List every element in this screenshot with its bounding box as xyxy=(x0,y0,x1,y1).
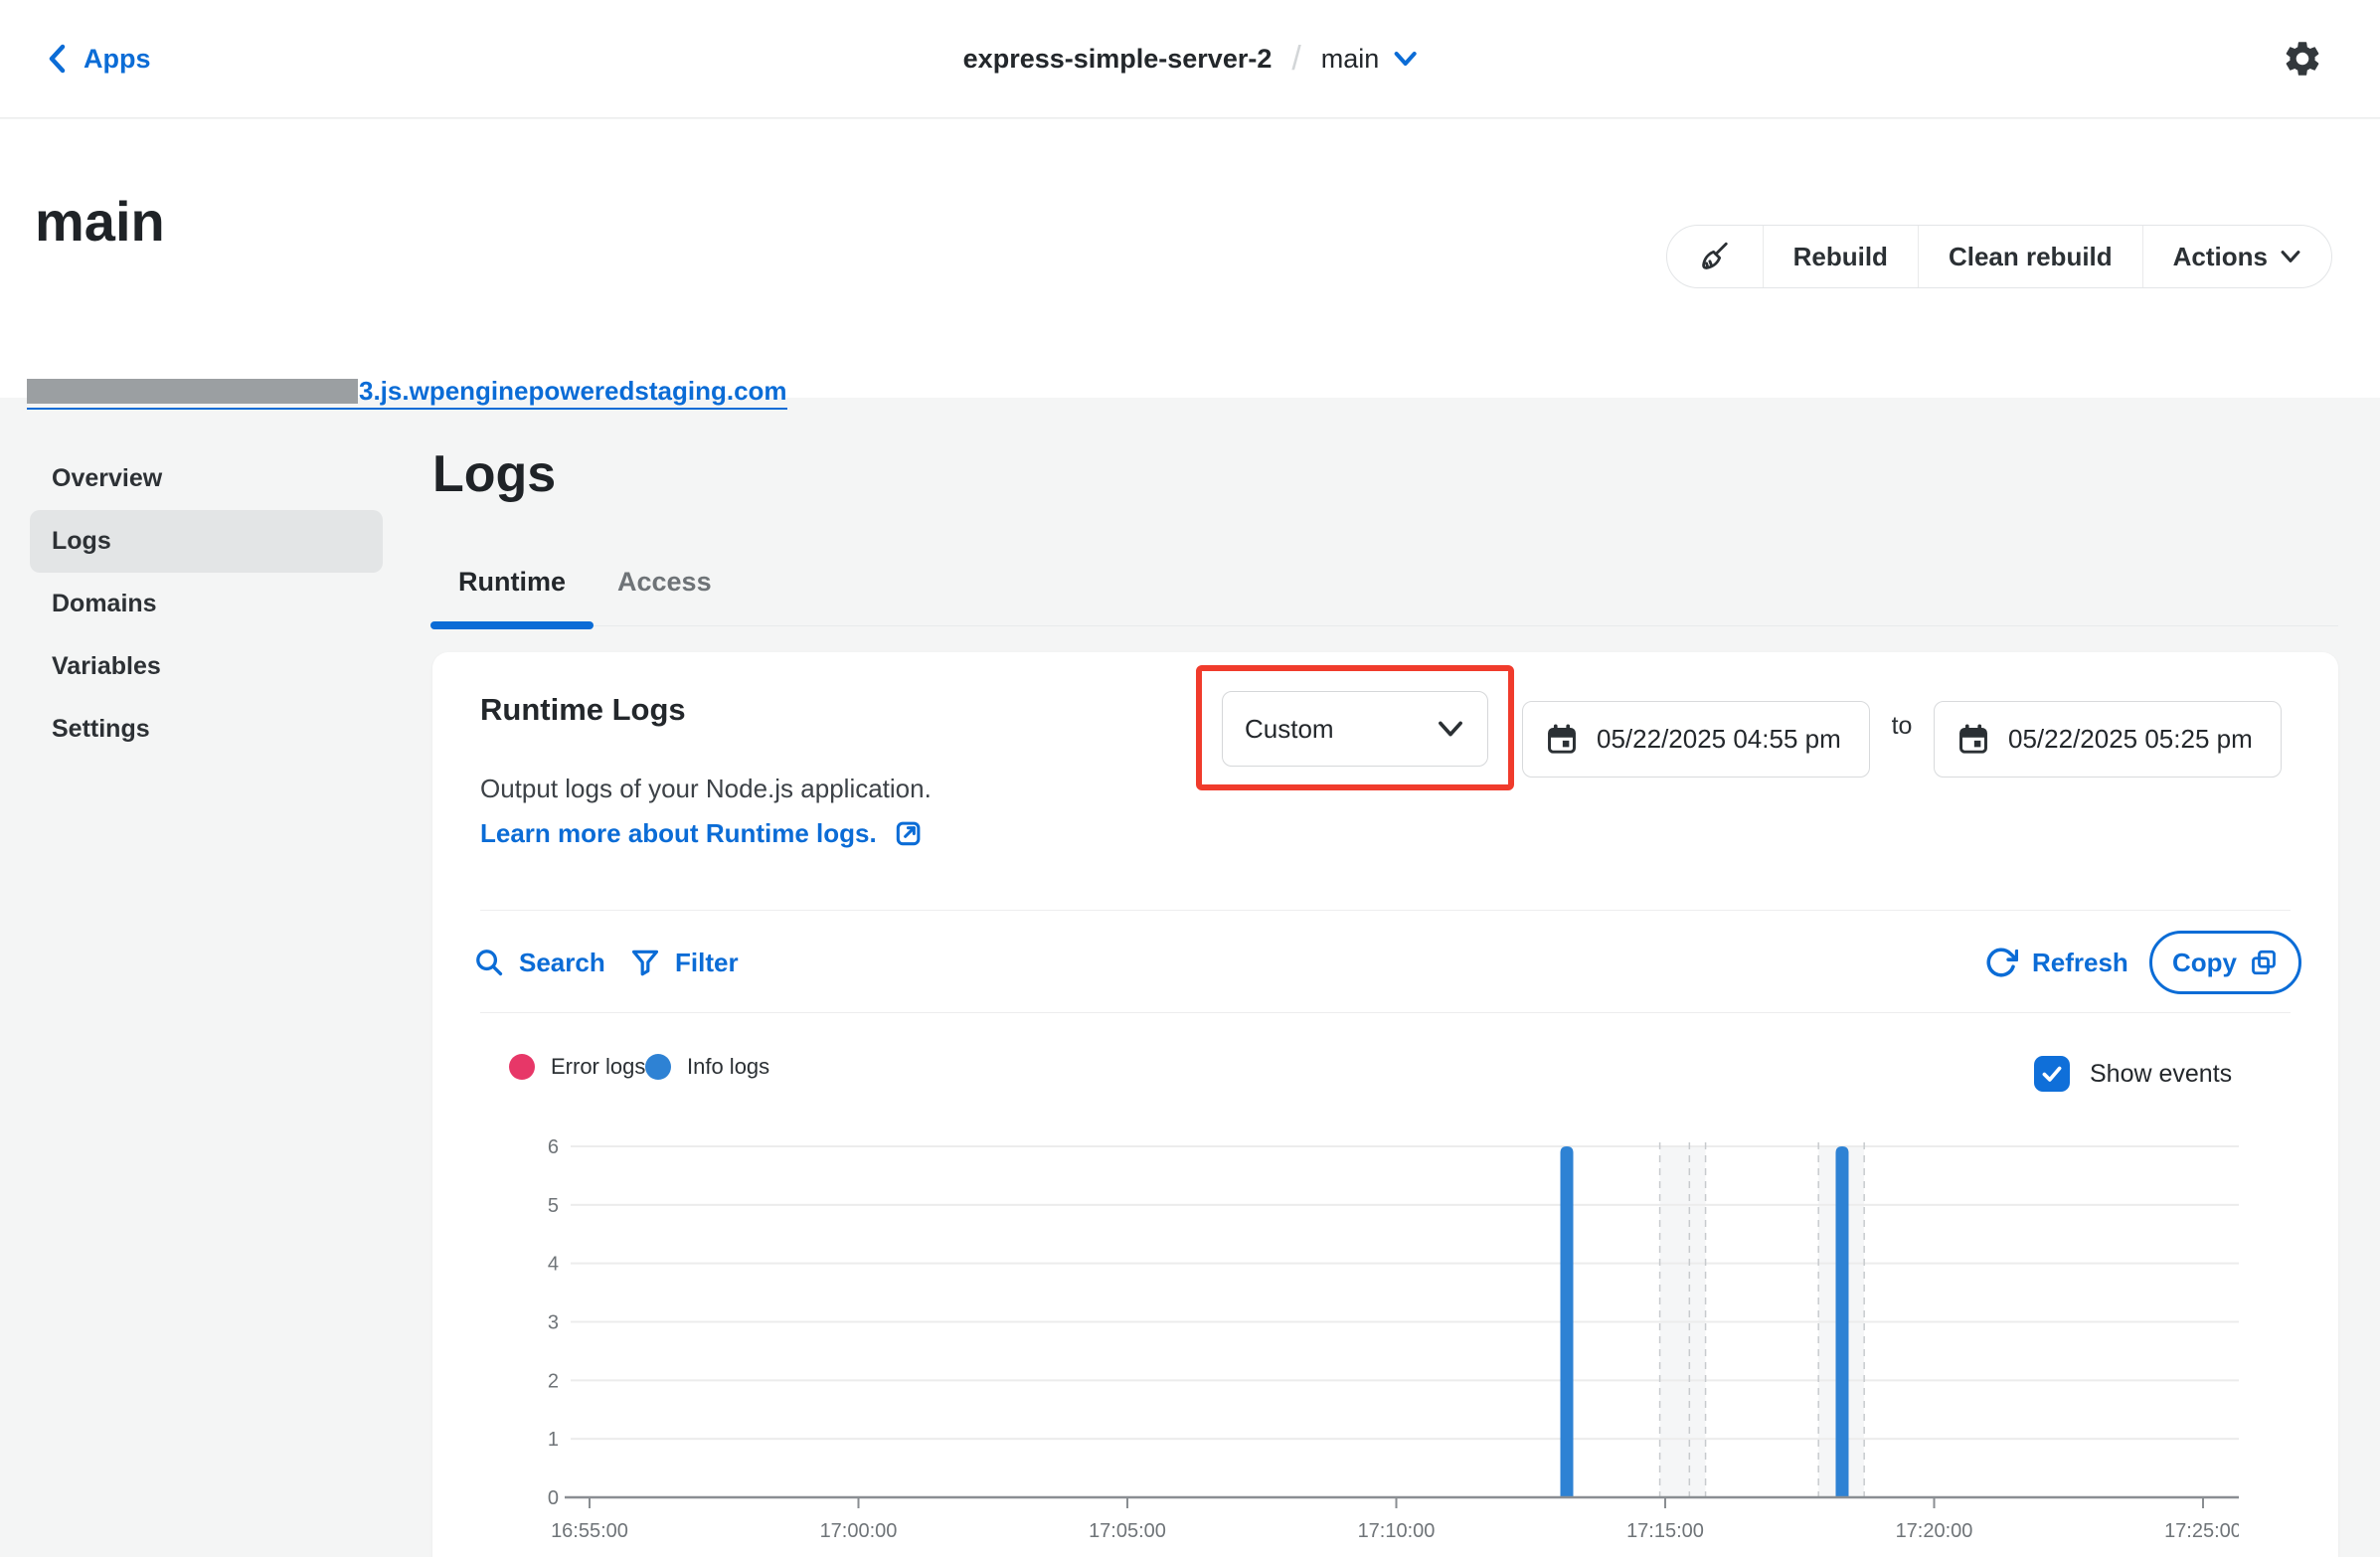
card-title: Runtime Logs xyxy=(480,692,686,728)
environment-actions-group: Rebuild Clean rebuild Actions xyxy=(1666,225,2332,288)
svg-text:3: 3 xyxy=(548,1312,559,1334)
refresh-icon xyxy=(1984,946,2018,979)
chevron-down-icon xyxy=(1436,720,1465,738)
tab-runtime[interactable]: Runtime xyxy=(432,539,592,625)
copy-label: Copy xyxy=(2172,948,2237,978)
environment-title: main xyxy=(35,191,165,253)
date-from-input[interactable]: 05/22/2025 04:55 pm xyxy=(1522,701,1870,778)
info-logs-dot xyxy=(645,1054,671,1080)
copy-button[interactable]: Copy xyxy=(2149,931,2301,994)
divider xyxy=(480,910,2291,911)
svg-text:17:20:00: 17:20:00 xyxy=(1896,1520,1973,1542)
show-events-checkbox[interactable] xyxy=(2034,1056,2070,1092)
search-button[interactable]: Search xyxy=(473,941,605,984)
time-range-value: Custom xyxy=(1245,714,1334,745)
date-from-value: 05/22/2025 04:55 pm xyxy=(1597,724,1841,755)
back-to-apps-link[interactable]: Apps xyxy=(46,0,151,117)
clean-rebuild-button[interactable]: Clean rebuild xyxy=(1918,226,2142,287)
settings-gear-button[interactable] xyxy=(2281,37,2324,81)
sidebar-item-overview[interactable]: Overview xyxy=(30,447,383,510)
top-bar: Apps express-simple-server-2 / main xyxy=(0,0,2380,118)
info-logs-label: Info logs xyxy=(687,1054,769,1080)
svg-text:1: 1 xyxy=(548,1429,559,1451)
purge-cache-button[interactable] xyxy=(1667,226,1763,287)
external-link-icon xyxy=(893,817,925,849)
sidebar-item-domains[interactable]: Domains xyxy=(30,573,383,635)
chevron-down-icon xyxy=(2280,250,2301,263)
svg-text:5: 5 xyxy=(548,1195,559,1217)
svg-text:17:00:00: 17:00:00 xyxy=(820,1520,898,1542)
runtime-logs-chart: 0 1 2 3 4 5 6 16:55:00 17:00:00 17:05:00 17:10:00 1… xyxy=(537,1133,2239,1556)
search-icon xyxy=(473,947,505,978)
sidebar-item-variables[interactable]: Variables xyxy=(30,635,383,698)
breadcrumb: express-simple-server-2 / main xyxy=(963,0,1418,117)
error-logs-label: Error logs xyxy=(551,1054,645,1080)
svg-text:17:25:00: 17:25:00 xyxy=(2164,1520,2239,1542)
logs-main: Logs Runtime Access Runtime Logs Output … xyxy=(432,447,2338,501)
environment-dropdown[interactable]: main xyxy=(1321,44,1418,75)
page-title: Logs xyxy=(432,447,2338,501)
svg-text:16:55:00: 16:55:00 xyxy=(551,1520,628,1542)
error-logs-dot xyxy=(509,1054,535,1080)
actions-menu-button[interactable]: Actions xyxy=(2142,226,2331,287)
search-label: Search xyxy=(519,948,605,978)
copy-icon xyxy=(2249,948,2279,977)
logs-tabs: Runtime Access xyxy=(432,539,2338,626)
learn-more-label: Learn more about Runtime logs. xyxy=(480,818,877,849)
chevron-down-icon xyxy=(1393,51,1417,67)
back-label: Apps xyxy=(84,44,151,75)
tab-access[interactable]: Access xyxy=(592,539,738,625)
filter-button[interactable]: Filter xyxy=(629,941,739,984)
refresh-label: Refresh xyxy=(2032,948,2128,978)
runtime-logs-card: Runtime Logs Output logs of your Node.js… xyxy=(432,652,2338,1557)
breadcrumb-separator: / xyxy=(1291,40,1300,79)
rebuild-button[interactable]: Rebuild xyxy=(1763,226,1918,287)
time-range-select[interactable]: Custom xyxy=(1222,691,1488,767)
actions-label: Actions xyxy=(2173,242,2268,272)
svg-text:17:10:00: 17:10:00 xyxy=(1358,1520,1436,1542)
breadcrumb-app-name: express-simple-server-2 xyxy=(963,44,1273,75)
chevron-left-icon xyxy=(46,43,68,75)
card-description: Output logs of your Node.js application. xyxy=(480,774,932,804)
gear-icon xyxy=(2282,38,2323,80)
svg-text:0: 0 xyxy=(548,1487,559,1509)
calendar-icon xyxy=(1545,723,1579,757)
svg-text:6: 6 xyxy=(548,1136,559,1158)
environment-domain-link[interactable]: 3.js.wpenginepoweredstaging.com xyxy=(27,370,787,410)
learn-more-link[interactable]: Learn more about Runtime logs. xyxy=(480,817,925,849)
clean-rebuild-label: Clean rebuild xyxy=(1949,242,2113,272)
domain-link-text: 3.js.wpenginepoweredstaging.com xyxy=(359,378,787,404)
date-to-input[interactable]: 05/22/2025 05:25 pm xyxy=(1934,701,2282,778)
refresh-button[interactable]: Refresh xyxy=(1984,941,2128,984)
show-events-toggle[interactable]: Show events xyxy=(2034,1056,2232,1092)
legend-info-logs: Info logs xyxy=(645,1054,769,1080)
filter-label: Filter xyxy=(675,948,739,978)
svg-text:17:05:00: 17:05:00 xyxy=(1089,1520,1166,1542)
app-screen: Apps express-simple-server-2 / main main… xyxy=(0,0,2380,1557)
svg-text:2: 2 xyxy=(548,1370,559,1392)
environment-name: main xyxy=(1321,44,1380,75)
legend-error-logs: Error logs xyxy=(509,1054,645,1080)
filter-funnel-icon xyxy=(629,947,661,978)
environment-header: main 3.js.wpenginepoweredstaging.com Reb… xyxy=(0,119,2380,398)
divider xyxy=(480,1012,2291,1013)
rebuild-label: Rebuild xyxy=(1793,242,1888,272)
show-events-label: Show events xyxy=(2090,1060,2232,1089)
redaction-box xyxy=(27,379,358,404)
checkmark-icon xyxy=(2039,1061,2065,1087)
calendar-icon xyxy=(1956,723,1990,757)
broom-icon xyxy=(1697,239,1733,274)
svg-text:17:15:00: 17:15:00 xyxy=(1626,1520,1704,1542)
environment-sidebar: Overview Logs Domains Variables Settings xyxy=(30,447,383,761)
sidebar-item-logs[interactable]: Logs xyxy=(30,510,383,573)
date-to-value: 05/22/2025 05:25 pm xyxy=(2008,724,2253,755)
svg-text:4: 4 xyxy=(548,1254,559,1276)
sidebar-item-settings[interactable]: Settings xyxy=(30,698,383,761)
to-label: to xyxy=(1870,712,1934,741)
